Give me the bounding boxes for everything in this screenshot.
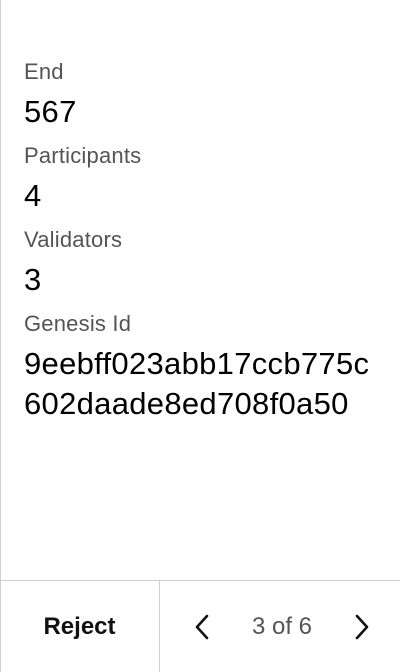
chevron-left-icon[interactable] [190,612,214,642]
pager: 3 of 6 [160,581,400,672]
field-label-participants: Participants [24,143,142,168]
field-label-genesis-id: Genesis Id [24,311,132,336]
field-value-participants: 4 [24,178,42,213]
page-indicator: 3 of 6 [251,612,313,640]
reject-button[interactable]: Reject [0,581,160,672]
chevron-right-icon-glyph [355,614,369,639]
field-validators: Validators 3 [24,226,384,300]
field-label-validators: Validators [24,227,123,252]
chevron-right-icon[interactable] [350,612,374,642]
field-value-end: 567 [24,94,77,129]
chevron-left-icon-glyph [195,614,209,639]
field-participants: Participants 4 [24,142,384,216]
details-list: End 567 Participants 4 Validators 3 Gene… [24,58,384,434]
left-divider [0,0,1,672]
footer-bar: Reject 3 of 6 [0,580,400,672]
field-value-validators: 3 [24,262,42,297]
field-label-end: End [24,59,64,84]
field-value-genesis-id: 9eebff023abb17ccb775c602daade8ed708f0a50 [24,346,370,421]
field-genesis-id: Genesis Id 9eebff023abb17ccb775c602daade… [24,310,384,424]
field-end: End 567 [24,58,384,132]
